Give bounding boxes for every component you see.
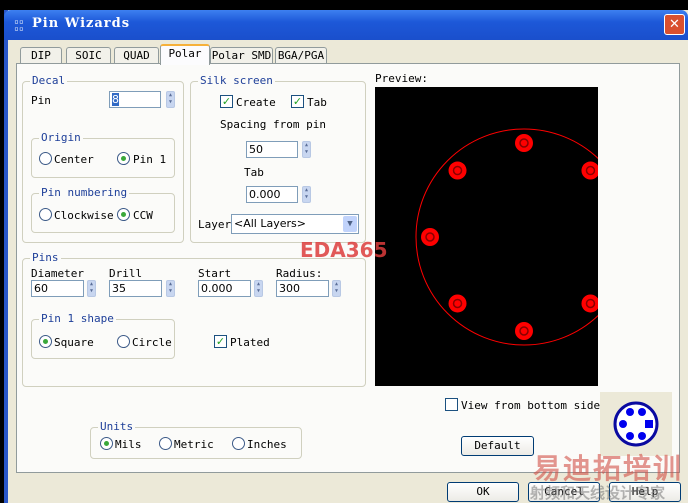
ok-button[interactable]: OK: [447, 482, 519, 502]
pin1-shape-legend: Pin 1 shape: [39, 312, 116, 325]
tab-dip[interactable]: DIP: [20, 47, 62, 64]
origin-pin1-radio[interactable]: [117, 152, 130, 165]
eda365-watermark: EDA365: [300, 238, 388, 262]
pin-count-value: 8: [112, 93, 119, 106]
tab-checkbox[interactable]: ✓: [291, 95, 304, 108]
pin-numbering-legend: Pin numbering: [39, 186, 130, 199]
create-checkbox[interactable]: ✓: [220, 95, 233, 108]
pin-count-label: Pin: [31, 94, 51, 107]
diameter-label: Diameter: [31, 267, 84, 280]
pins-legend: Pins: [30, 251, 61, 264]
start-input[interactable]: 0.000: [198, 280, 251, 297]
tab-value-label: Tab: [244, 166, 264, 179]
training-watermark: 易迪拓培训: [533, 452, 684, 485]
tab-checkbox-label: Tab: [307, 96, 327, 109]
plated-checkbox[interactable]: ✓: [214, 335, 227, 348]
pin-pad: [515, 322, 533, 340]
tab-value-spinner[interactable]: ▲ ▼: [302, 186, 311, 203]
pin-count-input[interactable]: 8: [109, 91, 161, 108]
ccw-label: CCW: [133, 209, 153, 222]
app-icon: ▫▫ ▫▫: [14, 17, 24, 33]
start-label: Start: [198, 267, 232, 280]
square-radio[interactable]: [39, 335, 52, 348]
mils-radio[interactable]: [100, 437, 113, 450]
rf-watermark: 射频和天线设计专家: [530, 484, 666, 502]
silk-screen-legend: Silk screen: [198, 74, 275, 87]
layer-select[interactable]: <All Layers>: [231, 214, 359, 234]
square-label: Square: [54, 336, 94, 349]
spacing-input[interactable]: 50: [246, 141, 298, 158]
units-legend: Units: [98, 420, 136, 433]
preview-label: Preview:: [375, 72, 428, 85]
default-button[interactable]: Default: [461, 436, 534, 456]
inches-radio[interactable]: [232, 437, 245, 450]
pin-pad: [421, 228, 439, 246]
metric-label: Metric: [174, 438, 214, 451]
origin-center-radio[interactable]: [39, 152, 52, 165]
preview-canvas: [375, 87, 650, 386]
spacing-spinner[interactable]: ▲ ▼: [302, 141, 311, 158]
radius-spinner[interactable]: ▲ ▼: [332, 280, 341, 297]
origin-center-label: Center: [54, 153, 94, 166]
silk-outline: [415, 128, 633, 346]
tab-polar-smd[interactable]: Polar SMD: [210, 47, 273, 64]
origin-pin1-label: Pin 1: [133, 153, 167, 166]
view-bottom-checkbox[interactable]: [445, 398, 458, 411]
tab-bga-pga[interactable]: BGA/PGA: [275, 47, 327, 64]
start-spinner[interactable]: ▲ ▼: [254, 280, 263, 297]
circle-label: Circle: [132, 336, 172, 349]
create-label: Create: [236, 96, 276, 109]
mils-label: Mils: [115, 438, 142, 451]
spacing-label: Spacing from pin: [220, 118, 326, 131]
ccw-radio[interactable]: [117, 208, 130, 221]
origin-legend: Origin: [39, 131, 83, 144]
layer-label: Layer: [198, 218, 232, 231]
metric-radio[interactable]: [159, 437, 172, 450]
radius-label: Radius:: [276, 267, 323, 280]
clockwise-radio[interactable]: [39, 208, 52, 221]
inches-label: Inches: [247, 438, 287, 451]
drill-label: Drill: [109, 267, 143, 280]
pin-count-spinner[interactable]: ▲ ▼: [166, 91, 175, 108]
layer-select-value: <All Layers>: [234, 217, 306, 230]
circle-radio[interactable]: [117, 335, 130, 348]
diameter-input[interactable]: 60: [31, 280, 84, 297]
diameter-spinner[interactable]: ▲ ▼: [87, 280, 96, 297]
tab-quad[interactable]: QUAD: [114, 47, 159, 64]
window-title: Pin Wizards: [32, 16, 131, 31]
pin-pad: [581, 161, 600, 180]
preview-drawing: [415, 128, 650, 346]
tab-value-input[interactable]: 0.000: [246, 186, 298, 203]
pin-pad: [581, 294, 600, 313]
plated-label: Plated: [230, 336, 270, 349]
tab-polar[interactable]: Polar: [160, 44, 210, 65]
pin-pad: [448, 294, 467, 313]
pin-pad: [515, 134, 533, 152]
radius-input[interactable]: 300: [276, 280, 329, 297]
drill-input[interactable]: 35: [109, 280, 162, 297]
drill-spinner[interactable]: ▲ ▼: [166, 280, 175, 297]
pin-pad: [448, 161, 467, 180]
view-bottom-label: View from bottom side: [461, 399, 601, 412]
tab-soic[interactable]: SOIC: [66, 47, 111, 64]
decal-legend: Decal: [30, 74, 68, 87]
close-button[interactable]: ✕: [664, 14, 685, 35]
chevron-down-icon[interactable]: ▼: [343, 216, 357, 232]
clockwise-label: Clockwise: [54, 209, 114, 222]
